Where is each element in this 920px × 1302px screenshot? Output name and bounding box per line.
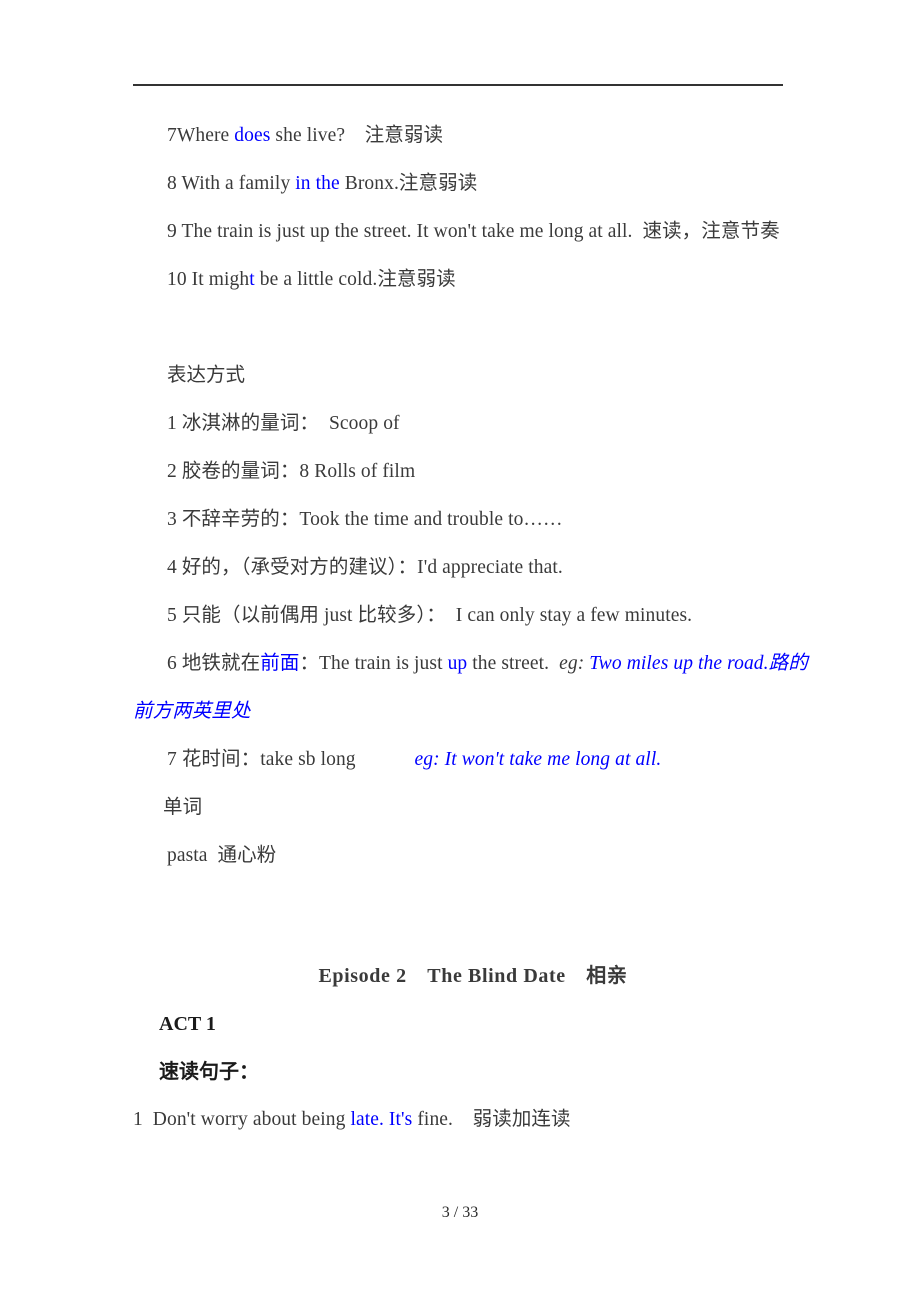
document-page: 7Where does she live? 注意弱读 8 With a fami… xyxy=(0,0,920,1302)
expression-item-1: 1 冰淇淋的量词： Scoop of xyxy=(167,413,400,434)
pronunciation-line-10: 10 It might be a little cold.注意弱读 xyxy=(133,256,813,304)
episode-sentence-1: 1 Don't worry about being late. It's fin… xyxy=(133,1096,813,1144)
expression-item-2: 2 胶卷的量词：8 Rolls of film xyxy=(167,461,416,482)
text-run: 8 With a family xyxy=(167,173,296,194)
vocabulary-entry-pasta: pasta 通心粉 xyxy=(167,845,277,866)
text-run: she live? 注意弱读 xyxy=(270,125,444,146)
expression-item-6: 6 地铁就在前面：The train is just up the street… xyxy=(133,640,813,736)
act-heading: ACT 1 xyxy=(159,1013,216,1035)
page-content: 7Where does she live? 注意弱读 8 With a fami… xyxy=(133,112,813,1144)
text-run: Bronx.注意弱读 xyxy=(339,173,478,194)
text-run-blue: late. It's xyxy=(350,1109,413,1130)
text-run: 7 花时间：take sb long xyxy=(167,749,356,770)
expression-item-5: 5 只能（以前偶用 just 比较多）： I can only stay a f… xyxy=(167,605,693,626)
text-run: 1 Don't worry about being xyxy=(133,1109,351,1130)
text-run: fine. 弱读加连读 xyxy=(412,1109,571,1130)
text-run-blue-italic: eg: It won't take me long at all. xyxy=(355,749,662,770)
episode-title: Episode 2 The Blind Date 相亲 xyxy=(318,965,628,987)
expression-item-4: 4 好的，（承受对方的建议）：I'd appreciate that. xyxy=(167,557,563,578)
page-footer: 3 / 33 xyxy=(441,1204,479,1221)
text-run: 6 地铁就在 xyxy=(167,653,261,674)
expression-item-3: 3 不辞辛劳的：Took the time and trouble to…… xyxy=(167,509,563,530)
pronunciation-line-9: 9 The train is just up the street. It wo… xyxy=(133,208,813,256)
vocabulary-section-heading: 单词 xyxy=(163,797,203,818)
text-run-blue: does xyxy=(234,125,271,146)
text-run-blue: in the xyxy=(295,173,340,194)
expression-section-heading: 表达方式 xyxy=(167,365,246,386)
text-run-blue: up xyxy=(447,653,468,674)
text-run-blue: 前面 xyxy=(260,653,300,674)
pronunciation-line-7: 7Where does she live? 注意弱读 xyxy=(133,112,813,160)
text-run: be a little cold.注意弱读 xyxy=(254,269,456,290)
header-rule xyxy=(133,84,783,86)
text-run-italic: eg: xyxy=(559,653,585,674)
text-run: 7Where xyxy=(167,125,235,146)
text-run: 10 It migh xyxy=(167,269,250,290)
text-run: the street. xyxy=(467,653,560,674)
text-run: ：The train is just xyxy=(299,653,448,674)
expression-item-7: 7 花时间：take sb long eg: It won't take me … xyxy=(133,736,813,784)
speed-reading-subheading: 速读句子： xyxy=(159,1061,259,1083)
pronunciation-line-8: 8 With a family in the Bronx.注意弱读 xyxy=(133,160,813,208)
text-run: 9 The train is just up the street. It wo… xyxy=(167,221,780,242)
